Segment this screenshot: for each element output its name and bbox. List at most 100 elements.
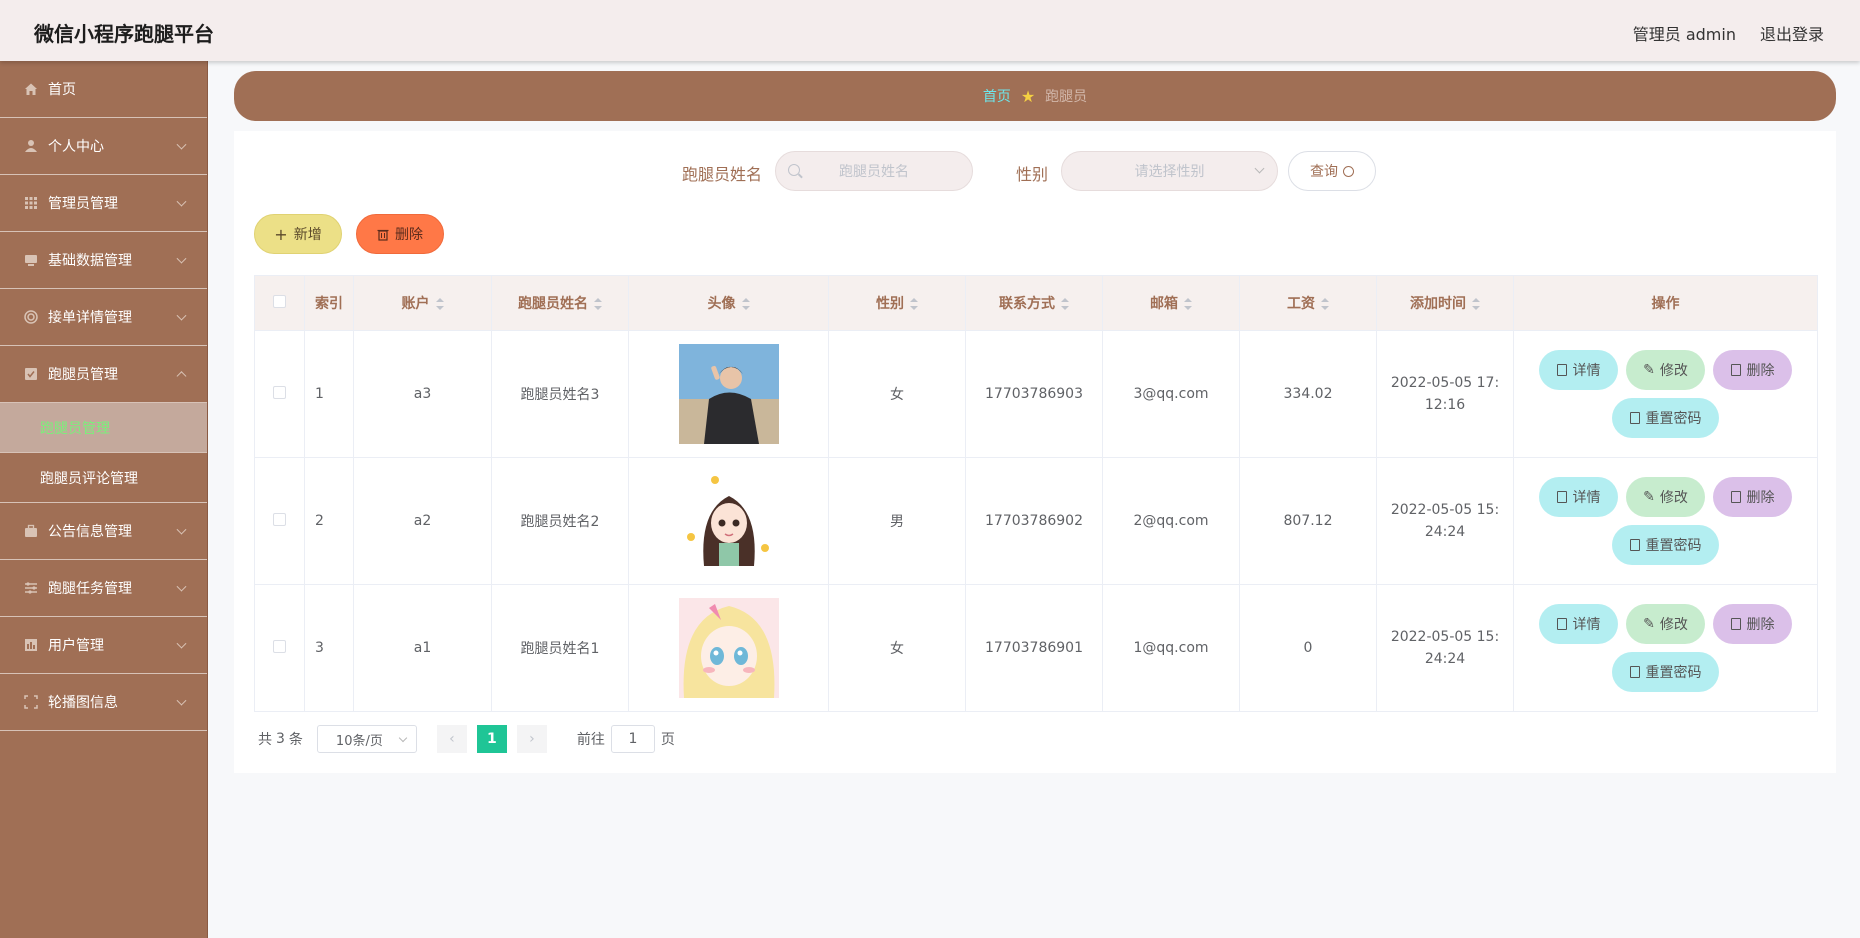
chevron-down-icon (176, 581, 187, 592)
cell-name: 跑腿员姓名2 (491, 457, 629, 585)
bulk-delete-label: 删除 (395, 227, 423, 243)
sidebar-item-users[interactable]: 用户管理 (0, 617, 207, 674)
row-checkbox[interactable] (273, 639, 286, 653)
detail-label: 详情 (1572, 490, 1601, 506)
detail-button[interactable]: 详情 (1539, 350, 1618, 390)
edit-label: 修改 (1659, 490, 1688, 506)
table-row: 1 a3 跑腿员姓名3 女 17703786903 3@qq.com 334.0… (254, 330, 1818, 458)
query-button[interactable]: 查询 (1288, 151, 1376, 191)
avatar[interactable] (678, 344, 779, 444)
logout-button[interactable]: 退出登录 (1760, 21, 1824, 45)
row-checkbox[interactable] (273, 512, 286, 526)
edit-button[interactable]: ✎ 修改 (1626, 350, 1705, 390)
reset-password-button[interactable]: 重置密码 (1612, 398, 1719, 438)
col-header-time[interactable]: 添加时间 (1376, 275, 1514, 331)
sort-icon[interactable] (1061, 298, 1069, 310)
gender-select[interactable]: 请选择性别 (1061, 151, 1278, 191)
cell-ops: 详情 ✎ 修改 删除 重置密码 (1513, 330, 1818, 458)
sidebar-item-base-data[interactable]: 基础数据管理 (0, 232, 207, 289)
col-header-account[interactable]: 账户 (353, 275, 492, 331)
cell-name: 跑腿员姓名1 (491, 584, 629, 712)
breadcrumb-home-link[interactable]: 首页 (983, 86, 1011, 106)
briefcase-icon (25, 524, 37, 537)
sidebar-item-label: 公告信息管理 (48, 524, 132, 540)
prev-page-button[interactable]: ‹ (436, 725, 467, 753)
detail-button[interactable]: 详情 (1539, 477, 1618, 517)
next-page-button[interactable]: › (516, 725, 547, 753)
bulk-delete-button[interactable]: 删除 (356, 214, 444, 254)
col-header-phone[interactable]: 联系方式 (965, 275, 1103, 331)
cell-account: a2 (353, 457, 492, 585)
avatar[interactable] (678, 598, 779, 698)
plus-icon: + (274, 224, 288, 244)
goto-label: 前往 (576, 732, 605, 748)
document-icon (1629, 412, 1640, 424)
row-select-cell (254, 584, 305, 712)
sort-icon[interactable] (1321, 298, 1329, 310)
col-header-gender[interactable]: 性别 (828, 275, 966, 331)
row-checkbox[interactable] (273, 385, 286, 399)
detail-button[interactable]: 详情 (1539, 604, 1618, 644)
search-bar: 跑腿员姓名 跑腿员姓名 性别 请选择性别 查询 (234, 151, 1836, 191)
sidebar-item-notices[interactable]: 公告信息管理 (0, 503, 207, 560)
sidebar-item-label: 跑腿员管理 (48, 367, 118, 383)
page-number-button[interactable]: 1 (476, 725, 507, 753)
col-header-email[interactable]: 邮箱 (1102, 275, 1240, 331)
select-all-cell (254, 275, 305, 331)
sidebar-item-label: 轮播图信息 (48, 695, 118, 711)
delete-button[interactable]: 删除 (1713, 350, 1792, 390)
edit-label: 修改 (1659, 617, 1688, 633)
sort-icon[interactable] (594, 298, 602, 310)
sidebar-item-admins[interactable]: 管理员管理 (0, 175, 207, 232)
col-header-label: 邮箱 (1150, 296, 1178, 312)
chevron-down-icon (176, 139, 187, 150)
reset-password-button[interactable]: 重置密码 (1612, 525, 1719, 565)
chevron-down-icon (1254, 163, 1265, 174)
sidebar-item-home[interactable]: 首页 (0, 61, 207, 118)
cell-account: a1 (353, 584, 492, 712)
add-button[interactable]: + 新增 (254, 214, 342, 254)
cell-name: 跑腿员姓名3 (491, 330, 629, 458)
sort-icon[interactable] (1184, 298, 1192, 310)
sidebar-item-orders[interactable]: 接单详情管理 (0, 289, 207, 346)
sidebar-item-tasks[interactable]: 跑腿任务管理 (0, 560, 207, 617)
col-header-salary[interactable]: 工资 (1239, 275, 1377, 331)
sidebar-item-carousel[interactable]: 轮播图信息 (0, 674, 207, 731)
table-row: 2 a2 跑腿员姓名2 男 17703786902 2@qq.com 807.1… (254, 457, 1818, 585)
sidebar-item-profile[interactable]: 个人中心 (0, 118, 207, 175)
col-header-ops: 操作 (1513, 275, 1818, 331)
edit-button[interactable]: ✎ 修改 (1626, 477, 1705, 517)
delete-button[interactable]: 删除 (1713, 477, 1792, 517)
select-all-checkbox[interactable] (273, 294, 286, 308)
sidebar-subitem-runner-manage[interactable]: 跑腿员管理 (0, 403, 207, 453)
top-header: 微信小程序跑腿平台 管理员 admin 退出登录 (0, 0, 1860, 61)
goto-page-input[interactable]: 1 (610, 725, 655, 753)
sidebar-item-label: 基础数据管理 (48, 253, 132, 269)
cell-time: 2022-05-05 17:12:16 (1376, 330, 1514, 458)
admin-user-label[interactable]: 管理员 admin (1633, 21, 1736, 45)
cell-time: 2022-05-05 15:24:24 (1376, 457, 1514, 585)
time-text: 2022-05-05 15:24:24 (1390, 502, 1500, 540)
col-header-name[interactable]: 跑腿员姓名 (491, 275, 629, 331)
sort-icon[interactable] (435, 298, 444, 310)
chart-icon (25, 639, 37, 651)
col-header-avatar[interactable]: 头像 (628, 275, 829, 331)
sidebar-item-runners[interactable]: 跑腿员管理 (0, 346, 207, 403)
search-icon (788, 164, 800, 176)
cell-index: 1 (304, 330, 354, 458)
edit-button[interactable]: ✎ 修改 (1626, 604, 1705, 644)
page-size-select[interactable]: 10条/页 (316, 725, 417, 753)
avatar[interactable] (678, 471, 779, 571)
sidebar-subitem-runner-comments[interactable]: 跑腿员评论管理 (0, 453, 207, 503)
reset-password-button[interactable]: 重置密码 (1612, 652, 1719, 692)
sort-icon[interactable] (910, 298, 918, 310)
sort-icon[interactable] (741, 298, 750, 310)
sort-icon[interactable] (1472, 298, 1480, 310)
col-header-index: 索引 (304, 275, 354, 331)
cell-email: 1@qq.com (1102, 584, 1240, 712)
gender-select-placeholder: 请选择性别 (1134, 164, 1205, 180)
delete-button[interactable]: 删除 (1713, 604, 1792, 644)
search-name-input[interactable]: 跑腿员姓名 (775, 151, 973, 191)
main-panel: 跑腿员姓名 跑腿员姓名 性别 请选择性别 查询 + 新增 删除 索引 账户 跑腿… (234, 131, 1836, 773)
row-select-cell (254, 457, 305, 585)
